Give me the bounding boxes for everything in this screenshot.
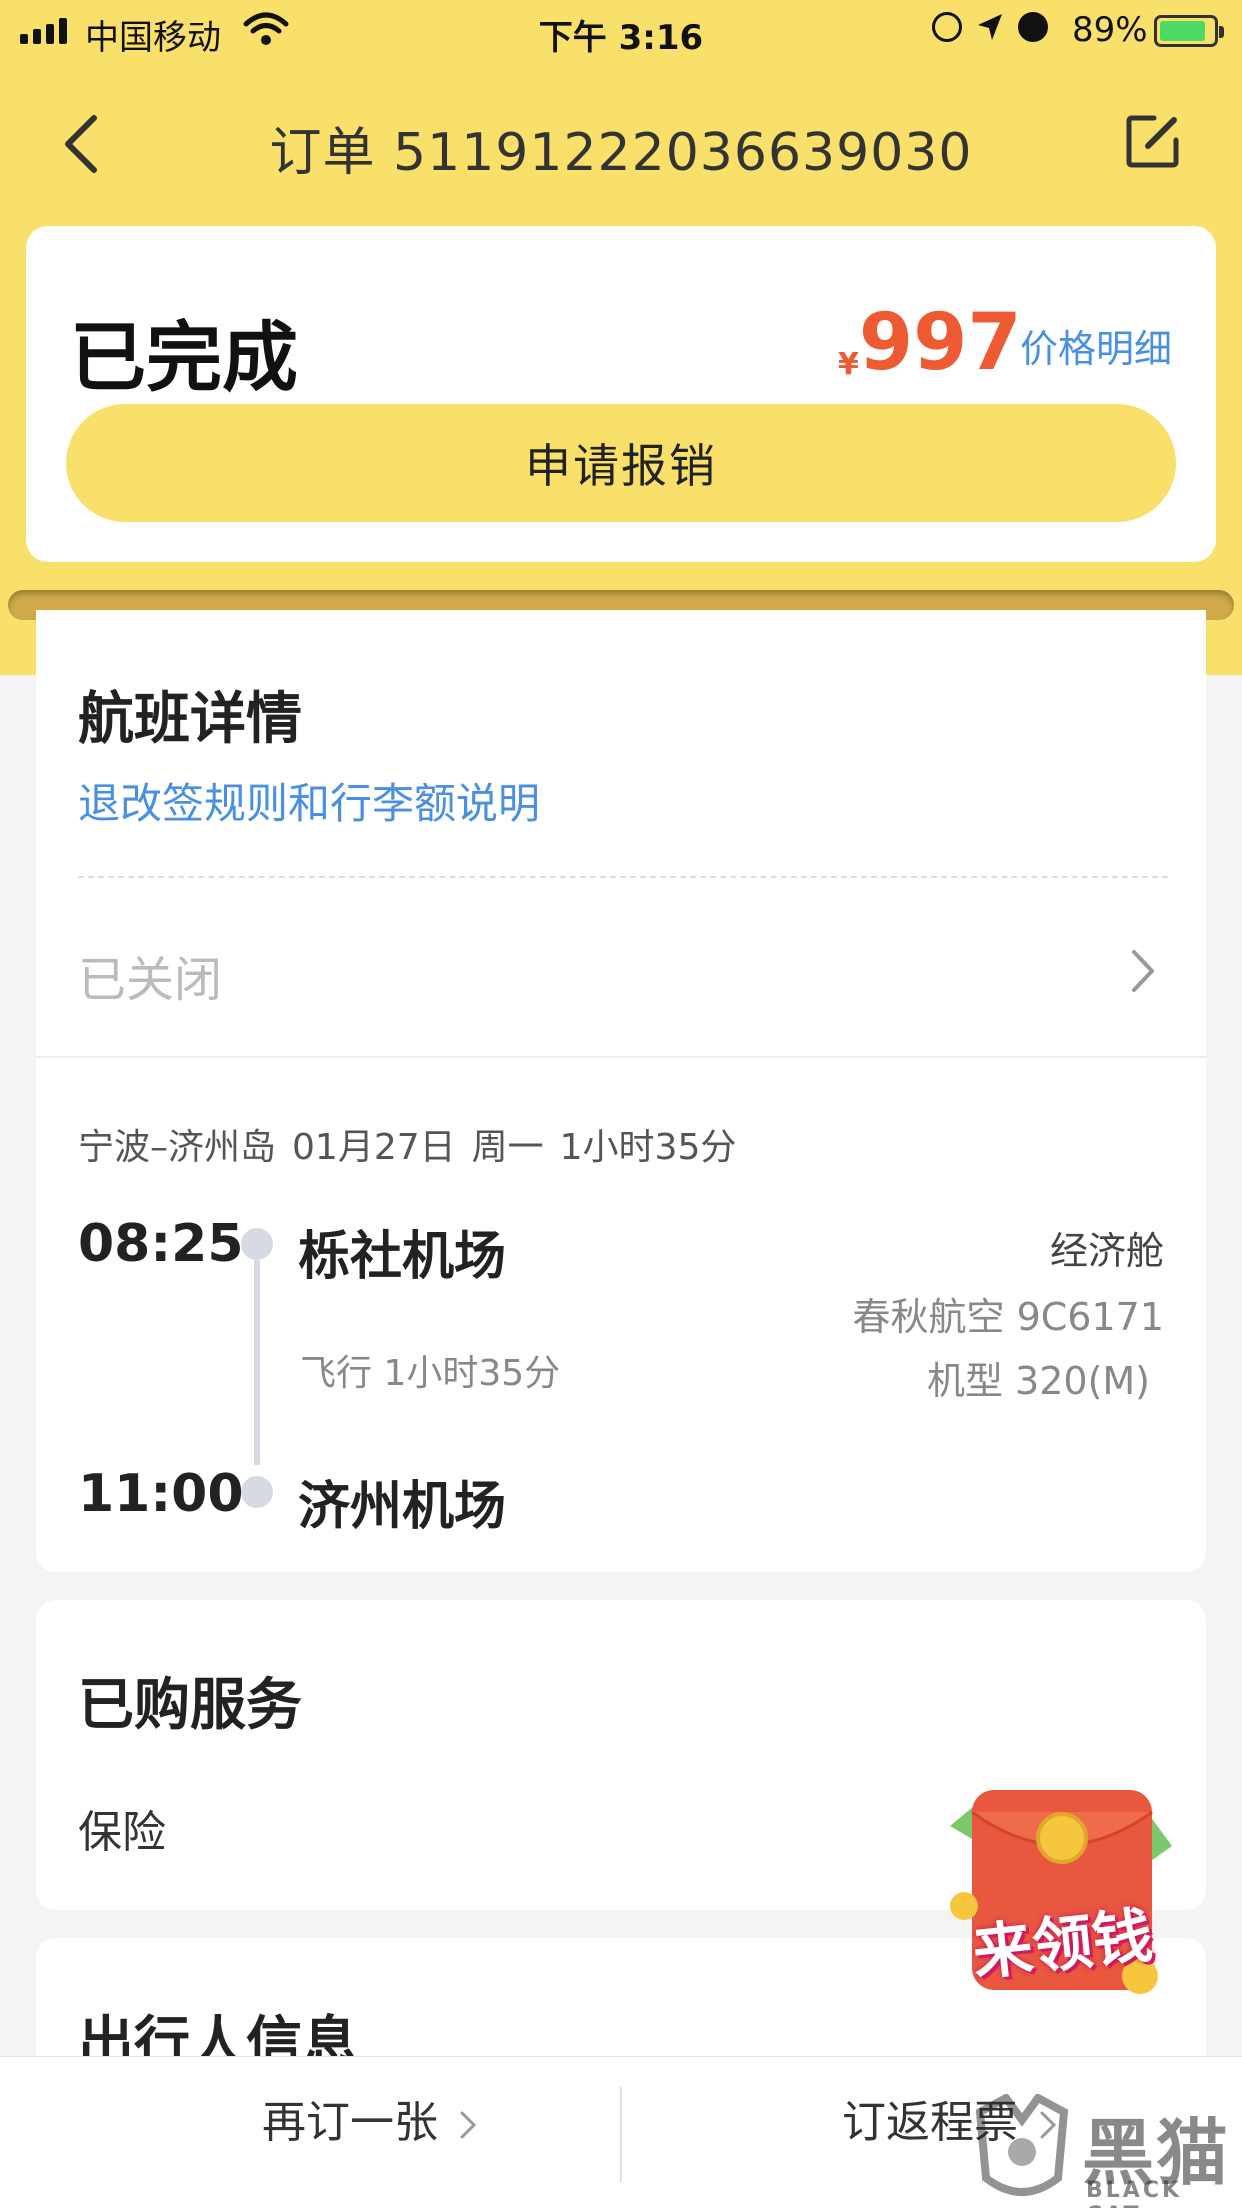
closed-status[interactable]: 已关闭: [78, 940, 222, 1010]
route: 宁波–济州岛: [78, 1127, 277, 1168]
order-status: 已完成: [70, 313, 298, 402]
battery-percent: 89%: [1072, 10, 1148, 50]
section-title-services: 已购服务: [78, 1673, 302, 1738]
airline-flight-number: 春秋航空 9C6171: [852, 1295, 1165, 1339]
bottom-divider: [620, 2087, 622, 2183]
alarm-icon: [1018, 12, 1048, 42]
insurance-item[interactable]: 保险: [78, 1796, 166, 1860]
order-price: ¥997: [838, 298, 1022, 388]
order-title: 订单 5119122203663903​0: [269, 123, 973, 183]
price-detail-link[interactable]: 价格明细: [1020, 318, 1172, 373]
arrival-airport: 济州机场: [298, 1477, 507, 1537]
reimburse-button[interactable]: 申请报销: [66, 404, 1176, 522]
chevron-right-icon[interactable]: [1128, 946, 1158, 996]
flight-duration: 飞行 1小时35分: [300, 1353, 561, 1394]
refund-rules-link[interactable]: 退改签规则和行李额说明: [78, 770, 540, 831]
dashed-divider: [78, 876, 1168, 878]
price-amount: 997: [858, 298, 1022, 388]
edit-icon[interactable]: [1124, 112, 1182, 170]
flight-date: 01月27日: [292, 1127, 456, 1168]
red-envelope-promo[interactable]: 来领钱: [944, 1786, 1180, 2002]
currency-symbol: ¥: [838, 347, 859, 382]
timeline-line: [254, 1260, 260, 1465]
departure-airport: 栎社机场: [298, 1227, 507, 1287]
arrival-dot: [241, 1476, 273, 1508]
total-duration: 1小时35分: [559, 1127, 737, 1168]
battery-icon: [1154, 15, 1224, 47]
cabin-class: 经济舱: [1049, 1229, 1164, 1273]
flight-details-card: 航班详情 退改签规则和行李额说明 已关闭 宁波–济州岛 01月27日 周一 1小时35…: [36, 610, 1206, 1572]
status-bar: 中国移动 下午 3:16 89%: [0, 0, 1242, 62]
route-summary: 宁波–济州岛 01月27日 周一 1小时35分: [78, 1118, 736, 1170]
rebook-button[interactable]: 再订一张: [120, 2081, 620, 2165]
departure-time: 08:25: [78, 1214, 244, 1274]
order-status-card: 已完成 ¥997 价格明细 申请报销: [26, 226, 1216, 562]
rebook-label: 再订一张: [262, 2097, 438, 2148]
location-icon: [978, 14, 1002, 40]
chevron-right-icon: [460, 2111, 477, 2139]
divider: [36, 1056, 1206, 1058]
flight-weekday: 周一: [471, 1127, 544, 1168]
aircraft-type: 机型 320(M): [926, 1359, 1150, 1403]
rotation-lock-icon: [932, 12, 962, 42]
departure-dot: [241, 1228, 273, 1260]
section-title-flight: 航班详情: [78, 687, 302, 752]
status-time: 下午 3:16: [538, 18, 704, 58]
arrival-time: 11:00: [78, 1464, 244, 1524]
watermark-subtext: BLACK CAT: [1086, 2178, 1183, 2208]
black-cat-logo-icon: [975, 2094, 1069, 2196]
